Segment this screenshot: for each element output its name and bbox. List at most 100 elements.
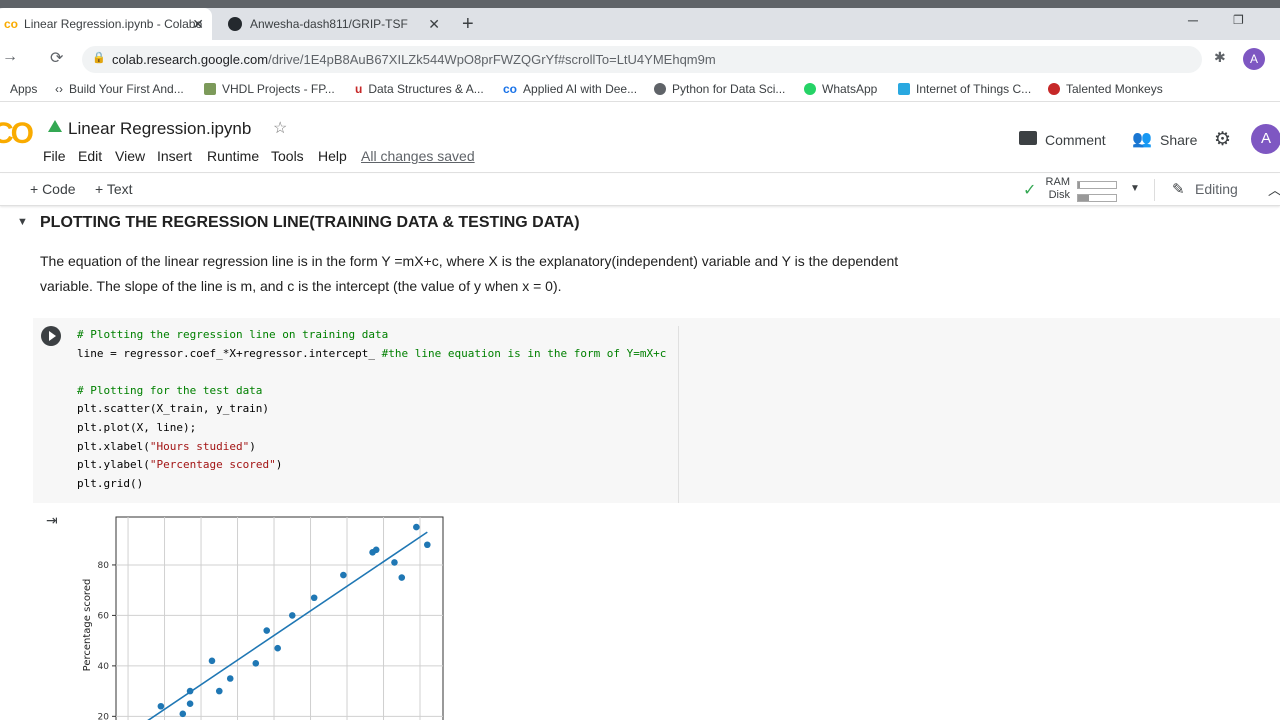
bookmark-label: Apps — [10, 82, 38, 96]
menu-tools[interactable]: Tools — [271, 148, 304, 164]
data-point — [157, 702, 165, 710]
house-icon — [204, 83, 216, 95]
menu-help[interactable]: Help — [318, 148, 347, 164]
y-axis-label: Percentage scored — [82, 579, 93, 672]
colab-favicon-icon: co — [4, 17, 19, 31]
code-line: # Plotting for the test data — [77, 383, 263, 397]
bookmark-item[interactable]: Talented Monkeys — [1048, 82, 1163, 96]
data-point — [372, 546, 380, 554]
udemy-icon: u — [355, 82, 363, 96]
iot-icon — [898, 83, 910, 95]
add-code-button[interactable]: + Code — [30, 181, 76, 197]
data-point — [274, 644, 281, 652]
minimize-button[interactable]: ─ — [1188, 12, 1198, 28]
data-point — [208, 657, 216, 665]
y-tick-label: 40 — [98, 662, 110, 672]
account-avatar[interactable]: A — [1251, 124, 1280, 154]
ram-label: RAM — [1045, 176, 1070, 188]
bookmark-item[interactable]: co Applied AI with Dee... — [503, 82, 637, 96]
new-tab-button[interactable]: + — [462, 13, 474, 36]
text-cell[interactable]: The equation of the linear regression li… — [40, 249, 898, 298]
profile-avatar[interactable]: A — [1243, 48, 1265, 70]
tab-github[interactable]: Anwesha-dash811/GRIP-TSF ✕ — [220, 8, 448, 40]
pencil-icon: ✎ — [1172, 181, 1185, 198]
settings-gear-icon[interactable]: ⚙ — [1214, 128, 1231, 151]
people-icon: 👥 — [1132, 131, 1152, 148]
bookmark-item[interactable]: Python for Data Sci... — [654, 82, 785, 96]
comment-button[interactable]: Comment — [1045, 132, 1106, 148]
resource-monitor[interactable]: RAM Disk — [1044, 176, 1070, 202]
url-host: colab.research.google.com — [112, 52, 269, 67]
ram-usage-bar — [1077, 181, 1117, 189]
code-line: plt.plot(X, line); — [77, 420, 197, 434]
code-cell[interactable]: # Plotting the regression line on traini… — [33, 318, 1280, 503]
menu-insert[interactable]: Insert — [157, 148, 192, 164]
restore-button[interactable]: ❐ — [1233, 13, 1244, 27]
extensions-icon[interactable]: ✱ — [1214, 49, 1226, 66]
data-point — [398, 574, 406, 581]
tab-colab[interactable]: co Linear Regression.ipynb - Colabo ✕ — [0, 8, 212, 40]
data-point — [391, 559, 398, 566]
bookmark-item[interactable]: VHDL Projects - FP... — [204, 82, 335, 96]
code-editor[interactable]: # Plotting the regression line on traini… — [77, 326, 666, 493]
close-tab-icon[interactable]: ✕ — [428, 16, 440, 33]
data-point — [179, 710, 187, 718]
bookmark-item[interactable]: Internet of Things C... — [898, 82, 1031, 96]
data-point — [226, 675, 234, 682]
data-point — [413, 523, 420, 531]
lock-icon: 🔒 — [92, 52, 106, 64]
disk-usage-bar — [1077, 194, 1117, 202]
coursera-icon: co — [503, 82, 518, 96]
code-line: plt.scatter(X_train, y_train) — [77, 402, 270, 416]
bookmark-apps[interactable]: Apps — [10, 82, 37, 96]
whatsapp-icon — [804, 83, 816, 95]
window-frame — [0, 0, 1280, 8]
bookmark-item[interactable]: u Data Structures & A... — [355, 82, 484, 96]
collapse-header-icon[interactable]: ︿ — [1268, 180, 1280, 200]
data-point — [186, 700, 194, 708]
regression-plot: 20 40 60 80 Percentage scored — [82, 516, 444, 720]
code-comment: #the line equation is in the form of Y=m… — [381, 346, 667, 360]
bookmark-label: WhatsApp — [822, 82, 878, 96]
globe-icon — [654, 83, 666, 95]
menu-file[interactable]: File — [43, 148, 66, 164]
forward-icon[interactable]: → — [2, 48, 18, 66]
github-icon — [228, 17, 242, 31]
y-tick-label: 60 — [98, 611, 110, 621]
data-point — [288, 612, 296, 619]
data-point — [252, 660, 260, 667]
bookmark-label: Internet of Things C... — [916, 82, 1032, 96]
colab-logo[interactable]: CO — [0, 117, 34, 151]
runtime-dropdown-icon[interactable]: ▼ — [1130, 183, 1140, 194]
data-point — [186, 687, 194, 695]
bookmark-item[interactable]: WhatsApp — [804, 82, 877, 96]
bookmark-label: Applied AI with Dee... — [523, 82, 638, 96]
bookmark-label: Talented Monkeys — [1066, 82, 1163, 96]
editing-mode-button[interactable]: Editing — [1195, 181, 1238, 197]
add-text-button[interactable]: + Text — [95, 181, 133, 197]
bookmark-label: Python for Data Sci... — [672, 82, 786, 96]
data-point — [340, 571, 347, 579]
run-cell-button[interactable] — [41, 326, 61, 346]
notebook-title[interactable]: Linear Regression.ipynb — [68, 119, 251, 139]
section-collapse-icon[interactable]: ▼ — [17, 216, 28, 228]
close-tab-icon[interactable]: ✕ — [192, 16, 204, 33]
bookmark-label: Build Your First And... — [69, 82, 184, 96]
url-input[interactable]: 🔒 colab.research.google.com/drive/1E4pB8… — [82, 46, 1202, 73]
menu-view[interactable]: View — [115, 148, 145, 164]
data-point — [215, 687, 223, 695]
code-line: plt.xlabel( — [77, 439, 150, 453]
save-status-link[interactable]: All changes saved — [361, 148, 475, 164]
share-button[interactable]: Share — [1160, 132, 1197, 148]
star-icon[interactable]: ☆ — [273, 118, 287, 138]
drive-icon — [48, 120, 62, 132]
bookmark-item[interactable]: ‹› Build Your First And... — [55, 82, 184, 96]
code-string: "Percentage scored" — [149, 458, 276, 472]
resource-bars — [1077, 178, 1117, 204]
data-point — [263, 627, 271, 634]
code-string: "Hours studied" — [149, 439, 250, 453]
url-path: /drive/1E4pB8AuB67XILZk544WpO8prFWZQGrYf… — [268, 52, 716, 67]
menu-runtime[interactable]: Runtime — [207, 148, 259, 164]
menu-edit[interactable]: Edit — [78, 148, 102, 164]
reload-icon[interactable]: ⟳ — [50, 48, 63, 68]
